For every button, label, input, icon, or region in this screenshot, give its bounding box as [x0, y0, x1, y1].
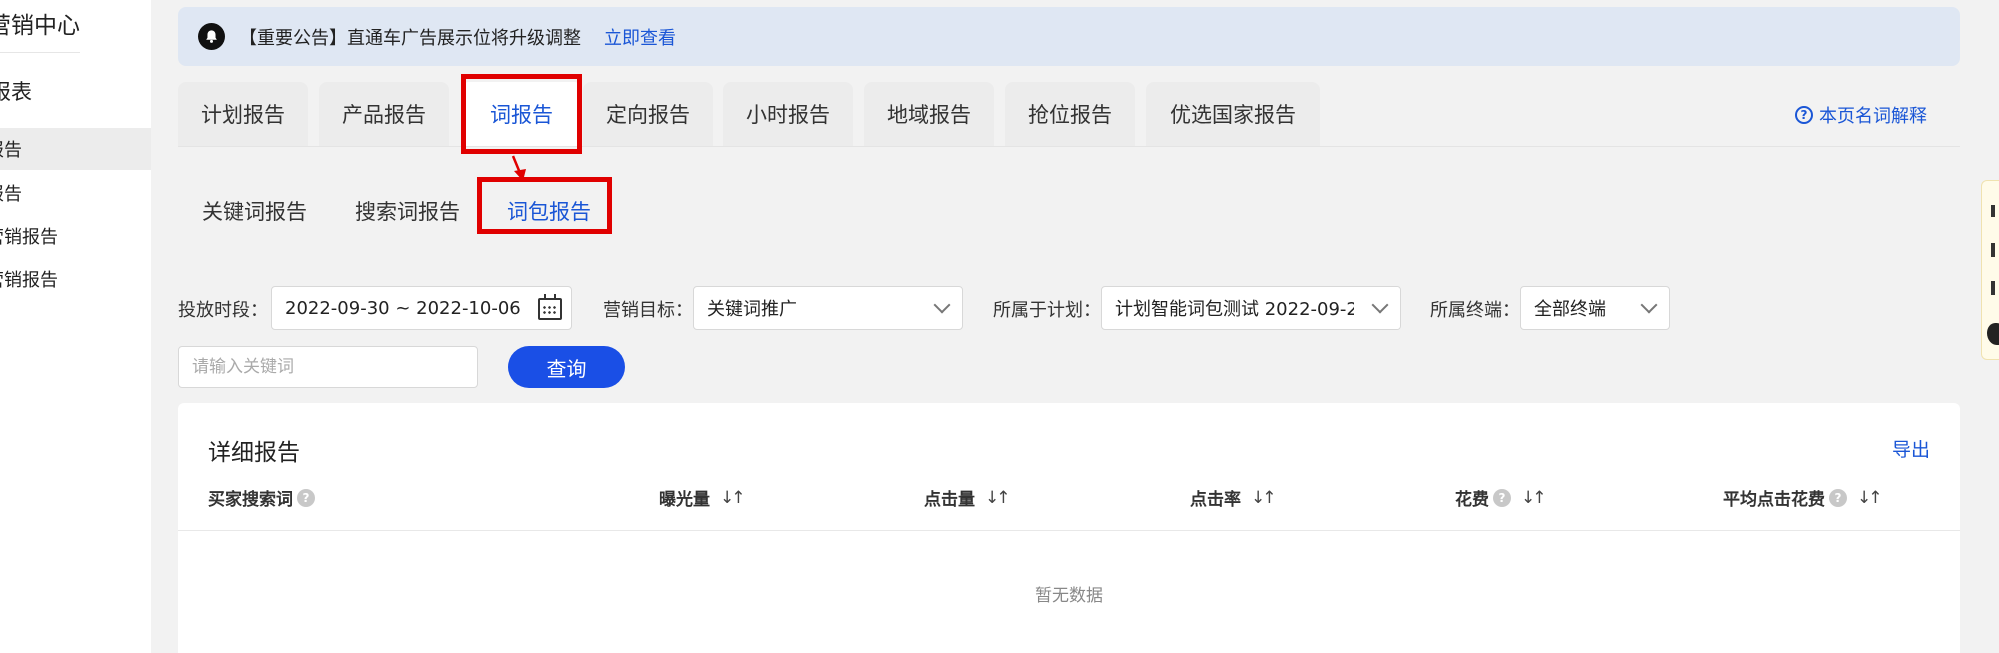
tab-targeting-report[interactable]: 定向报告	[583, 82, 713, 146]
query-button[interactable]: 查询	[508, 346, 625, 388]
sidebar-item-report-1[interactable]: 报告	[0, 136, 22, 162]
plan-label: 所属于计划：	[993, 300, 1101, 321]
date-range-picker[interactable]: 2022-09-30 ~ 2022-10-06	[271, 286, 572, 330]
bell-icon	[198, 23, 225, 50]
column-header-clicks: 点击量 ↓↑	[924, 485, 1010, 511]
sort-icon[interactable]: ↓↑	[1251, 488, 1276, 508]
terminal-label: 所属终端：	[1430, 300, 1520, 321]
sort-icon[interactable]: ↓↑	[985, 488, 1010, 508]
sort-icon[interactable]: ↓↑	[720, 488, 745, 508]
subtab-word-package-report[interactable]: 词包报告	[507, 196, 591, 226]
chevron-down-icon	[1640, 296, 1658, 314]
sidebar-group-label[interactable]: 报表	[0, 76, 32, 106]
column-header-cost: 花费 ? ↓↑	[1455, 485, 1546, 511]
glossary-link[interactable]: ? 本页名词解释	[1795, 102, 1927, 128]
column-label: 曝光量	[659, 490, 710, 510]
column-label: 点击率	[1190, 490, 1241, 510]
keyword-search-input[interactable]	[178, 346, 478, 388]
notice-view-link[interactable]: 立即查看	[604, 24, 676, 50]
help-icon[interactable]: ?	[1493, 488, 1511, 507]
floating-service-widget[interactable]	[1981, 180, 1999, 360]
column-header-impressions: 曝光量 ↓↑	[659, 485, 745, 511]
report-title: 详细报告	[208, 440, 300, 466]
sort-icon[interactable]: ↓↑	[1521, 488, 1546, 508]
help-icon[interactable]: ?	[1829, 488, 1847, 507]
period-label: 投放时段：	[178, 300, 268, 321]
question-circle-icon: ?	[1795, 106, 1813, 124]
goal-select[interactable]: 关键词推广	[693, 286, 963, 330]
sidebar-title: 营销中心	[0, 13, 80, 39]
tab-preferred-country-report[interactable]: 优选国家报告	[1146, 82, 1320, 146]
sidebar-divider	[0, 52, 80, 53]
tab-highlight-box	[461, 74, 582, 154]
tab-hourly-report[interactable]: 小时报告	[723, 82, 853, 146]
column-header-ctr: 点击率 ↓↑	[1190, 485, 1276, 511]
sidebar: 营销中心 报表 报告 报告 营销报告 营销报告	[0, 0, 151, 653]
table-header-divider	[178, 530, 1960, 531]
goal-select-value: 关键词推广	[707, 299, 797, 320]
column-header-buyer-search-term: 买家搜索词 ?	[208, 485, 315, 510]
empty-state-text: 暂无数据	[1035, 586, 1103, 606]
tab-plan-report[interactable]: 计划报告	[178, 82, 308, 146]
tab-product-report[interactable]: 产品报告	[319, 82, 449, 146]
glossary-link-label: 本页名词解释	[1819, 106, 1927, 127]
subtab-search-term-report[interactable]: 搜索词报告	[355, 196, 460, 226]
notice-bar: 【重要公告】直通车广告展示位将升级调整 立即查看	[178, 7, 1960, 66]
goal-label: 营销目标：	[603, 300, 693, 321]
report-panel: 详细报告 导出 买家搜索词 ? 曝光量 ↓↑ 点击量 ↓↑ 点击率 ↓↑ 花费 …	[178, 403, 1960, 653]
chevron-down-icon	[1371, 296, 1389, 314]
help-icon[interactable]: ?	[297, 488, 315, 507]
column-header-avg-cpc: 平均点击花费 ? ↓↑	[1723, 485, 1882, 511]
calendar-icon	[538, 294, 562, 320]
column-label: 买家搜索词	[208, 490, 293, 510]
column-label: 点击量	[924, 490, 975, 510]
sidebar-item-marketing-report-1[interactable]: 营销报告	[0, 223, 58, 249]
sidebar-item-marketing-report-2[interactable]: 营销报告	[0, 266, 58, 292]
tabs-baseline	[178, 146, 1960, 147]
plan-select[interactable]: 计划智能词包测试 2022-09-29	[1101, 286, 1401, 330]
terminal-select[interactable]: 全部终端	[1520, 286, 1670, 330]
chevron-down-icon	[933, 296, 951, 314]
tab-region-report[interactable]: 地域报告	[864, 82, 994, 146]
sidebar-active-highlight	[0, 128, 151, 170]
terminal-select-value: 全部终端	[1534, 299, 1606, 320]
sort-icon[interactable]: ↓↑	[1857, 488, 1882, 508]
mascot-icon	[1987, 323, 1999, 345]
tab-bidding-report[interactable]: 抢位报告	[1005, 82, 1135, 146]
plan-select-value: 计划智能词包测试 2022-09-29	[1115, 299, 1370, 320]
date-range-value: 2022-09-30 ~ 2022-10-06	[285, 297, 521, 319]
column-label: 花费	[1455, 490, 1489, 510]
export-button[interactable]: 导出	[1892, 435, 1930, 462]
sidebar-item-report-2[interactable]: 报告	[0, 180, 22, 206]
notice-text: 【重要公告】直通车广告展示位将升级调整	[239, 28, 581, 49]
subtab-keyword-report[interactable]: 关键词报告	[202, 196, 307, 226]
column-label: 平均点击花费	[1723, 490, 1825, 510]
